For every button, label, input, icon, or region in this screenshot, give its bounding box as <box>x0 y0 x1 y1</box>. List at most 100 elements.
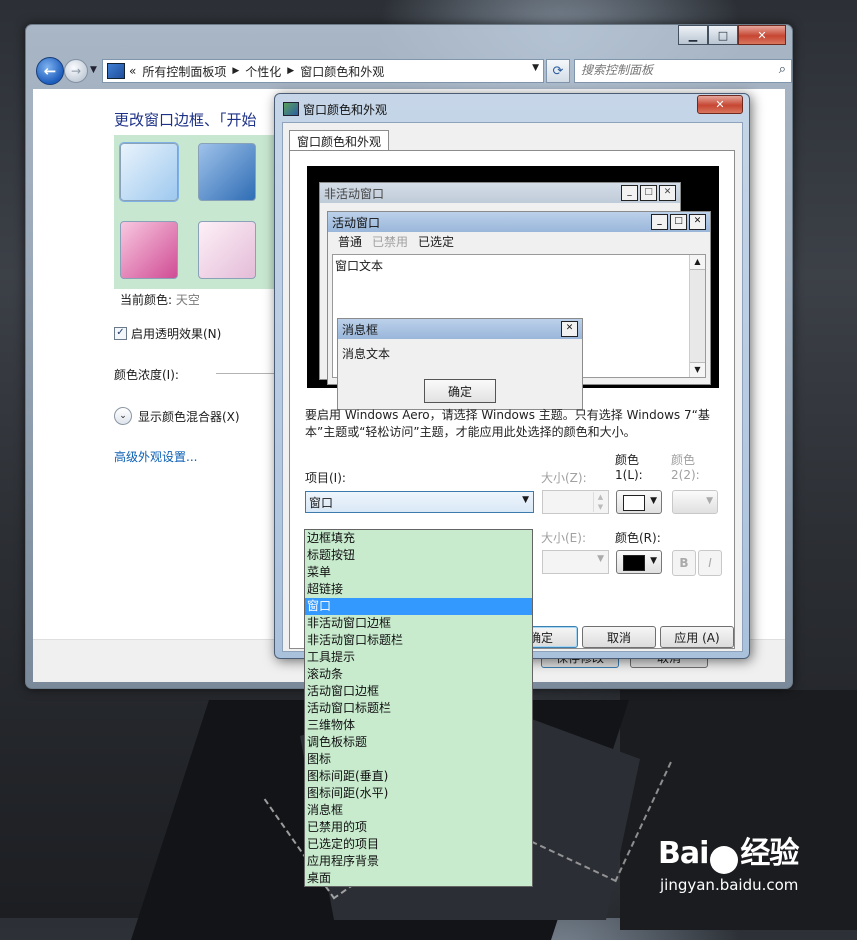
color2-label-key: 2(2): <box>671 468 700 482</box>
dropdown-option[interactable]: 图标 <box>305 751 532 768</box>
swatch-sky[interactable] <box>119 142 179 202</box>
caption-buttons: ▁ □ ✕ <box>678 25 786 45</box>
chevron-down-icon[interactable]: ▼ <box>522 495 529 505</box>
chevron-right-icon[interactable]: ▶ <box>287 66 294 76</box>
advanced-settings-link[interactable]: 高级外观设置... <box>114 448 197 465</box>
dialog-title: 窗口颜色和外观 <box>303 103 388 117</box>
dropdown-option[interactable]: 滚动条 <box>305 666 532 683</box>
dropdown-option[interactable]: 活动窗口边框 <box>305 683 532 700</box>
apply-button[interactable]: 应用 (A) <box>660 626 734 648</box>
control-panel-icon <box>107 63 125 79</box>
color1-picker[interactable]: ▼ <box>616 490 662 514</box>
chevron-down-icon[interactable]: ▼ <box>650 496 657 506</box>
swatch-light-pink[interactable] <box>198 221 256 279</box>
close-icon: ✕ <box>659 185 676 201</box>
forward-arrow-icon[interactable]: → <box>64 59 88 83</box>
dropdown-option[interactable]: 活动窗口标题栏 <box>305 700 532 717</box>
size-spinner: ▲ ▼ <box>542 490 609 514</box>
refresh-icon[interactable]: ⟳ <box>546 59 570 83</box>
preview-active-title: 活动窗口 <box>332 215 381 230</box>
chevron-down-icon[interactable]: ▼ <box>650 556 657 566</box>
preview-message-title: 消息框 <box>342 322 379 337</box>
tab-window-color[interactable]: 窗口颜色和外观 <box>289 130 389 151</box>
close-icon[interactable]: ✕ <box>697 95 743 114</box>
minimize-button[interactable]: ▁ <box>678 25 708 45</box>
color-swatches <box>114 135 284 289</box>
dropdown-option[interactable]: 桌面 <box>305 870 532 887</box>
preview-menu-selected: 已选定 <box>418 235 455 249</box>
dropdown-option[interactable]: 窗口 <box>305 598 532 615</box>
address-bar-row: ← → ▼ « 所有控制面板项 ▶ 个性化 ▶ 窗口颜色和外观 ▼ ⟳ ⌕ <box>34 57 792 85</box>
search-icon[interactable]: ⌕ <box>779 62 786 77</box>
swatch-pink[interactable] <box>120 221 178 279</box>
search-input[interactable] <box>575 60 767 80</box>
maximize-icon: □ <box>670 214 687 230</box>
item-select[interactable]: 窗口 ▼ <box>305 491 534 513</box>
close-icon: ✕ <box>689 214 706 230</box>
back-arrow-icon[interactable]: ← <box>36 57 64 85</box>
preview-menu-bar: 普通 已禁用 已选定 <box>328 233 710 251</box>
preview-message-caption: 消息框 ✕ <box>338 319 582 339</box>
address-dropdown-icon[interactable]: ▼ <box>532 63 539 73</box>
current-color: 当前颜色: 天空 <box>120 291 200 308</box>
dropdown-option[interactable]: 三维物体 <box>305 717 532 734</box>
item-select-value[interactable]: 窗口 <box>309 494 333 511</box>
dropdown-option[interactable]: 图标间距(垂直) <box>305 768 532 785</box>
preview-inactive-caption: 非活动窗口 _ □ ✕ <box>320 183 680 203</box>
maximize-button[interactable]: □ <box>708 25 738 45</box>
cancel-button[interactable]: 取消 <box>582 626 656 648</box>
watermark: Bai 经验 jingyan.baidu.com <box>658 828 799 894</box>
breadcrumb-personalization[interactable]: 个性化 <box>245 63 281 80</box>
minimize-icon: _ <box>651 214 668 230</box>
preview-window-text: 窗口文本 <box>335 259 384 273</box>
item-dropdown-list[interactable]: 边框填充 标题按钮 菜单 超链接 窗口 非活动窗口边框 非活动窗口标题栏 工具提示 滚动条 活动窗… <box>304 529 533 887</box>
chevron-down-icon[interactable]: ⌄ <box>114 407 132 425</box>
current-color-label: 当前颜色: <box>120 293 173 307</box>
preview-caption-buttons: _ □ ✕ <box>649 214 706 230</box>
dropdown-option[interactable]: 边框填充 <box>305 530 532 547</box>
dropdown-option[interactable]: 菜单 <box>305 564 532 581</box>
dropdown-option[interactable]: 工具提示 <box>305 649 532 666</box>
font-color-picker[interactable]: ▼ <box>616 550 662 574</box>
preview-menu-disabled: 已禁用 <box>372 235 409 249</box>
preview-ok-button: 确定 <box>424 379 496 403</box>
swatch-blue[interactable] <box>198 143 256 201</box>
dropdown-option[interactable]: 非活动窗口边框 <box>305 615 532 632</box>
current-color-value: 天空 <box>175 293 200 307</box>
search-box[interactable]: ⌕ <box>574 59 792 83</box>
dropdown-option[interactable]: 调色板标题 <box>305 734 532 751</box>
preview-caption-buttons: _ □ ✕ <box>619 185 676 201</box>
dropdown-option[interactable]: 应用程序背景 <box>305 853 532 870</box>
watermark-brand: Bai <box>658 836 709 871</box>
breadcrumb-all-items[interactable]: 所有控制面板项 <box>142 63 226 80</box>
dropdown-option[interactable]: 图标间距(水平) <box>305 785 532 802</box>
font-size-select: ▼ <box>542 550 609 574</box>
address-bar[interactable]: « 所有控制面板项 ▶ 个性化 ▶ 窗口颜色和外观 ▼ <box>102 59 544 83</box>
dropdown-option[interactable]: 非活动窗口标题栏 <box>305 632 532 649</box>
appearance-preview[interactable]: 非活动窗口 _ □ ✕ 活动窗口 _ □ ✕ 普通 已禁用 已选定 窗口文本 ▲… <box>307 166 719 410</box>
breadcrumb-window-color[interactable]: 窗口颜色和外观 <box>300 63 384 80</box>
color-mixer-toggle[interactable]: ⌄ 显示颜色混合器(X) <box>114 407 240 425</box>
intensity-label: 颜色浓度(I): <box>114 368 179 382</box>
item-label: 项目(I): <box>305 471 346 485</box>
crumb-prefix[interactable]: « <box>129 64 136 78</box>
dropdown-option[interactable]: 标题按钮 <box>305 547 532 564</box>
dropdown-option[interactable]: 消息框 <box>305 802 532 819</box>
watermark-brand-cn: 经验 <box>740 836 799 871</box>
transparency-row[interactable]: ✓ 启用透明效果(N) <box>114 325 221 342</box>
minimize-icon: _ <box>621 185 638 201</box>
transparency-label[interactable]: 启用透明效果(N) <box>131 325 221 342</box>
close-button[interactable]: ✕ <box>738 25 786 45</box>
italic-button: I <box>698 550 722 576</box>
dropdown-option[interactable]: 已选定的项目 <box>305 836 532 853</box>
chevron-right-icon[interactable]: ▶ <box>232 66 239 76</box>
size-label: 大小(Z): <box>541 471 587 485</box>
color-mixer-label[interactable]: 显示颜色混合器(X) <box>138 408 240 425</box>
dropdown-option[interactable]: 超链接 <box>305 581 532 598</box>
history-dropdown-icon[interactable]: ▼ <box>90 65 97 75</box>
maximize-icon: □ <box>640 185 657 201</box>
dropdown-option[interactable]: 已禁用的项 <box>305 819 532 836</box>
font-color-swatch <box>623 555 645 571</box>
transparency-checkbox[interactable]: ✓ <box>114 327 127 340</box>
color2-label: 颜色 <box>671 453 696 467</box>
